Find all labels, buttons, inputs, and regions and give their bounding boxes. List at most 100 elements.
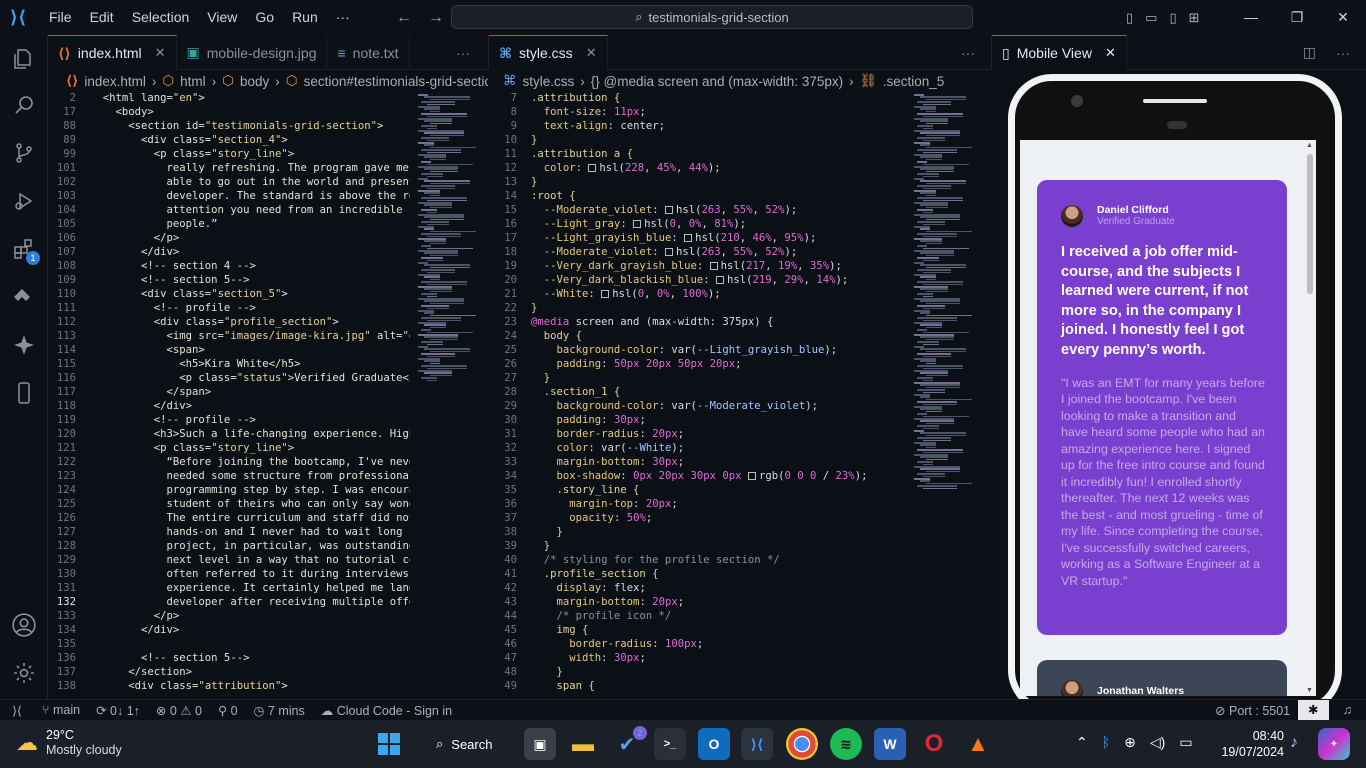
menu-more[interactable]: ··· [327, 0, 359, 35]
code-line[interactable]: 10} [489, 133, 907, 147]
code-line[interactable]: 29 background-color: var(--Moderate_viol… [489, 399, 907, 413]
code-line[interactable]: 38 } [489, 525, 907, 539]
code-line[interactable]: 12 color: hsl(228, 45%, 44%); [489, 161, 907, 175]
extensions-icon[interactable]: 1 [0, 229, 48, 269]
breadcrumb-item[interactable]: section#testimonials-grid-sectio [304, 74, 488, 89]
code-line[interactable]: 48 } [489, 665, 907, 679]
code-line[interactable]: 115 <h5>Kira White</h5> [48, 357, 410, 371]
code-line[interactable]: 7 .attribution { [489, 91, 907, 105]
code-line[interactable]: 113 <img src="images/image-kira.jpg" alt… [48, 329, 410, 343]
file-explorer-icon[interactable]: ▬ [567, 728, 599, 760]
code-line[interactable]: 127 hands-on and I never had to wait lon… [48, 525, 410, 539]
source-control-icon[interactable] [0, 133, 48, 173]
code-line[interactable]: 117 </span> [48, 385, 410, 399]
code-line[interactable]: 45 img { [489, 623, 907, 637]
code-line[interactable]: 105 people.” [48, 217, 410, 231]
close-tab-icon[interactable]: ✕ [1105, 45, 1116, 61]
css-editor[interactable]: 7 .attribution {8 font-size: 11px; 9 text-… [489, 91, 907, 699]
code-line[interactable]: 30 padding: 30px; [489, 413, 907, 427]
menu-view[interactable]: View [198, 0, 246, 35]
vlc-icon[interactable]: ▲ [962, 728, 994, 760]
code-line[interactable]: 23 @media screen and (max-width: 375px) { [489, 315, 907, 329]
copilot-sparkle-icon[interactable] [0, 325, 48, 365]
code-line[interactable]: 130 often referred to it during intervie… [48, 567, 410, 581]
code-line[interactable]: 16 --Light_gray: hsl(0, 0%, 81%); [489, 217, 907, 231]
code-line[interactable]: 120 <h3>Such a life-changing experience.… [48, 427, 410, 441]
code-line[interactable]: 89 <div class="section_4"> [48, 133, 410, 147]
split-editor-icon[interactable]: ◫ [1293, 35, 1326, 70]
menu-file[interactable]: File [40, 0, 81, 35]
problems-indicator[interactable]: ⊗ 0 ⚠ 0 [148, 703, 210, 718]
ports-indicator[interactable]: ⚲ 0 [210, 703, 246, 718]
taskbar-search[interactable]: ⌕ Search [420, 728, 502, 760]
code-line[interactable]: 40 /* styling for the profile section */ [489, 553, 907, 567]
code-line[interactable]: 42 display: flex; [489, 581, 907, 595]
code-line[interactable]: 34 box-shadow: 0px 20px 30px 0px rgb(0 0… [489, 469, 907, 483]
sync-indicator[interactable]: ⟳ 0↓ 1↑ [88, 703, 148, 718]
code-line[interactable]: 108 <!-- section 4 --> [48, 259, 410, 273]
tab-index-html[interactable]: ⟨⟩ index.html ✕ [48, 35, 177, 70]
code-line[interactable]: 20 --Very_dark_blackish_blue: hsl(219, 2… [489, 273, 907, 287]
code-line[interactable]: 136 <!-- section 5--> [48, 651, 410, 665]
code-line[interactable]: 14:root { [489, 189, 907, 203]
code-line[interactable]: 46 border-radius: 100px; [489, 637, 907, 651]
code-line[interactable]: 44 /* profile icon */ [489, 609, 907, 623]
settings-gear-icon[interactable] [0, 653, 48, 693]
chevron-up-icon[interactable]: ⌃ [1076, 734, 1088, 751]
code-line[interactable]: 104 attention you need from an incredibl… [48, 203, 410, 217]
tab-mobile-view[interactable]: ▯ Mobile View ✕ [992, 35, 1127, 70]
code-line[interactable]: 18 --Moderate_violet: hsl(263, 55%, 52%)… [489, 245, 907, 259]
code-line[interactable]: 28 .section_1 { [489, 385, 907, 399]
code-line[interactable]: 112 <div class="profile_section"> [48, 315, 410, 329]
outlook-icon[interactable]: O [698, 728, 730, 760]
battery-icon[interactable]: ▭ [1179, 734, 1192, 751]
tab-note-txt[interactable]: ≡ note.txt [327, 35, 410, 70]
notifications-bell-icon[interactable]: ♫ [1329, 703, 1366, 717]
minimap[interactable] [414, 91, 484, 699]
volume-icon[interactable]: ◁) [1150, 734, 1165, 751]
close-tab-icon[interactable]: ✕ [586, 45, 597, 61]
breadcrumb-item[interactable]: body [240, 74, 269, 89]
code-line[interactable]: 39 } [489, 539, 907, 553]
code-line[interactable]: 11 .attribution a { [489, 147, 907, 161]
breadcrumb-item[interactable]: index.html [84, 74, 146, 89]
code-line[interactable]: 9 text-align: center; [489, 119, 907, 133]
code-line[interactable]: 31 border-radius: 20px; [489, 427, 907, 441]
breadcrumb-item[interactable]: style.css [523, 74, 575, 89]
code-line[interactable]: 26 padding: 50px 20px 50px 20px; [489, 357, 907, 371]
breadcrumb-item[interactable]: .section_5 [883, 74, 945, 89]
code-line[interactable]: 36 margin-top: 20px; [489, 497, 907, 511]
spotify-icon[interactable]: ≋ [830, 728, 862, 760]
more-actions-icon[interactable]: ··· [1326, 35, 1366, 70]
phone-screen[interactable]: Daniel Clifford Verified Graduate I rece… [1020, 140, 1316, 696]
todo-check-icon[interactable]: ✔ 2 [611, 726, 647, 760]
explorer-icon[interactable] [0, 39, 48, 79]
code-line[interactable]: 22} [489, 301, 907, 315]
code-line[interactable]: 134 </div> [48, 623, 410, 637]
code-line[interactable]: 109 <!-- section 5--> [48, 273, 410, 287]
chrome-icon[interactable] [786, 728, 818, 760]
close-icon[interactable]: ✕ [1320, 0, 1366, 35]
back-arrow-icon[interactable]: ← [396, 9, 412, 27]
bluetooth-icon[interactable]: ᛒ [1102, 734, 1110, 751]
code-line[interactable]: 49 span { [489, 679, 907, 693]
menu-selection[interactable]: Selection [123, 0, 199, 35]
code-line[interactable]: 13} [489, 175, 907, 189]
code-line[interactable]: 124 programming step by step. I was enco… [48, 483, 410, 497]
clock[interactable]: 08:40 19/07/2024 [1220, 728, 1284, 760]
code-line[interactable]: 123 needed some structure from professio… [48, 469, 410, 483]
windows-start-icon[interactable] [373, 728, 405, 760]
code-line[interactable]: 131 experience. It certainly helped me l… [48, 581, 410, 595]
code-line[interactable]: 103 developer. The standard is above the… [48, 189, 410, 203]
code-line[interactable]: 17 <body> [48, 105, 410, 119]
code-line[interactable]: 116 <p class="status">Verified Graduate<… [48, 371, 410, 385]
code-line[interactable]: 122 “Before joining the bootcamp, I've n… [48, 455, 410, 469]
tab-style-css[interactable]: ⌘ style.css ✕ [489, 35, 608, 70]
code-line[interactable]: 129 next level in a way that no tutorial… [48, 553, 410, 567]
minimap[interactable] [910, 91, 990, 699]
command-center-search[interactable]: ⌕ testimonials-grid-section [451, 5, 973, 29]
code-line[interactable]: 24 body { [489, 329, 907, 343]
time-spent[interactable]: ◷ 7 mins [246, 703, 313, 718]
code-line[interactable]: 37 opacity: 50%; [489, 511, 907, 525]
code-line[interactable]: 15 --Moderate_violet: hsl(263, 55%, 52%)… [489, 203, 907, 217]
